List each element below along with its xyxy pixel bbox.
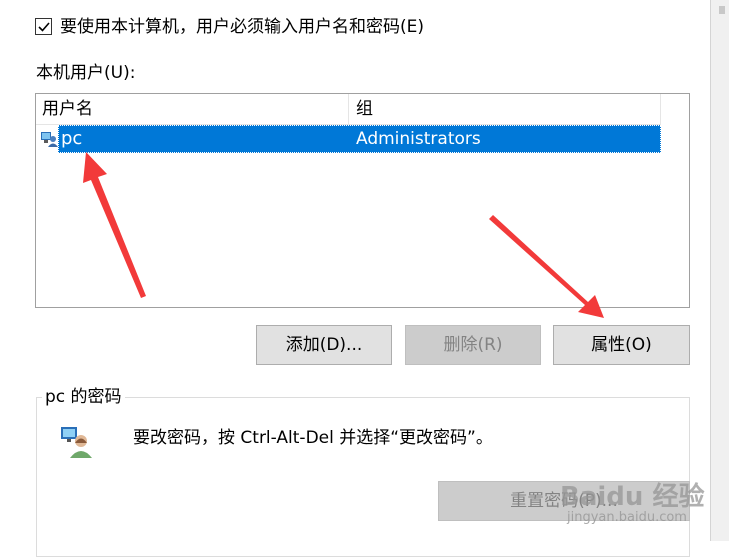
column-divider[interactable] (348, 94, 349, 124)
table-row[interactable]: pc Administrators (58, 125, 661, 153)
user-group-cell: Administrators (356, 129, 481, 149)
users-key-icon (61, 427, 92, 458)
local-users-label: 本机用户(U): (36, 63, 136, 83)
password-group-title: pc 的密码 (42, 386, 125, 408)
column-divider[interactable] (660, 94, 661, 124)
listview-header: 用户名 组 (36, 94, 661, 125)
require-password-checkbox[interactable] (35, 18, 52, 35)
properties-button[interactable]: 属性(O) (553, 325, 690, 365)
users-listview[interactable]: 用户名 组 pc Administrators (35, 93, 690, 308)
window-background (711, 0, 729, 541)
watermark-url: jingyan.baidu.com (567, 510, 687, 525)
require-password-label[interactable]: 要使用本计算机，用户必须输入用户名和密码(E) (60, 16, 424, 38)
remove-user-button[interactable]: 删除(R) (405, 325, 541, 365)
column-header-username[interactable]: 用户名 (42, 98, 93, 120)
scrollbar-thumb[interactable] (719, 6, 725, 14)
add-user-button[interactable]: 添加(D)... (256, 325, 392, 365)
change-password-instruction: 要改密码，按 Ctrl-Alt-Del 并选择“更改密码”。 (133, 428, 493, 448)
column-header-group[interactable]: 组 (356, 98, 373, 120)
checkmark-icon (38, 22, 50, 32)
user-icon (41, 132, 58, 147)
watermark-logo: Baidu 经验 (560, 482, 705, 512)
user-name-cell: pc (61, 128, 83, 149)
